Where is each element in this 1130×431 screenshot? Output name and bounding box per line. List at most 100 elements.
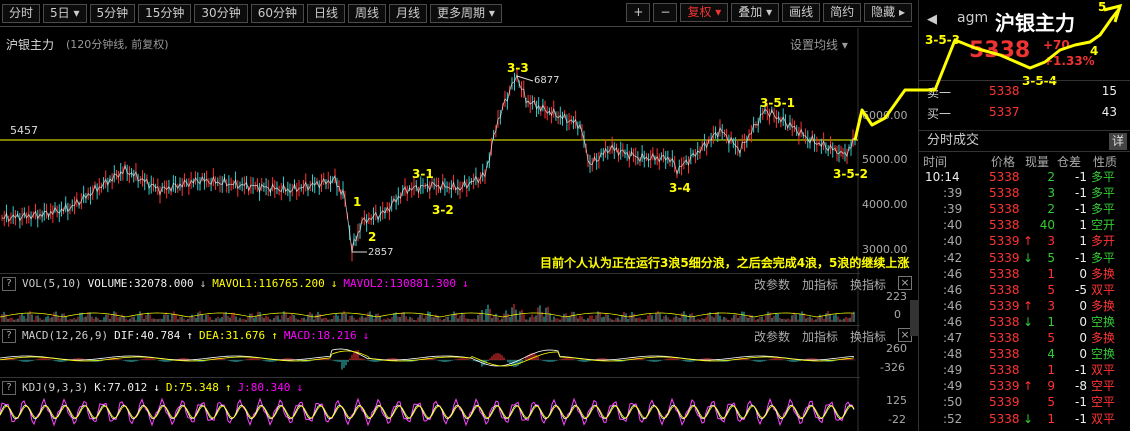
vol-name[interactable]: VOL(5,10) bbox=[22, 277, 82, 290]
vol-ma2: MAVOL2:130881.300 bbox=[343, 277, 457, 290]
tick-time: :48 bbox=[943, 347, 963, 362]
ask-volume: 15 bbox=[1101, 84, 1117, 98]
tick-oi: -1 bbox=[1075, 202, 1087, 217]
tick-oi: 1 bbox=[1079, 218, 1087, 233]
low-price-note: 2857 bbox=[368, 247, 394, 258]
tick-time: :47 bbox=[943, 331, 963, 345]
col-time: 时间 bbox=[923, 155, 948, 169]
tick-time: :52 bbox=[943, 411, 963, 426]
tick-qty: 3 bbox=[1047, 186, 1055, 201]
tick-time: :46 bbox=[943, 282, 963, 297]
close-icon[interactable]: × bbox=[898, 276, 912, 290]
wave-label: 3-3 bbox=[507, 61, 529, 75]
tick-header: 分时成交 详 bbox=[919, 130, 1130, 152]
ma-settings-button[interactable]: 设置均线 ▾ bbox=[790, 36, 848, 53]
tick-time: 10:14 bbox=[925, 170, 960, 184]
tick-qty: 5 bbox=[1047, 395, 1055, 410]
edit-params-button[interactable]: 改参数 bbox=[754, 328, 790, 345]
switch-indicator-button[interactable]: 换指标 bbox=[850, 276, 886, 293]
tick-qty: 9 bbox=[1047, 379, 1055, 394]
switch-indicator-button[interactable]: 换指标 bbox=[850, 328, 886, 345]
macd-dif: DIF:40.784 bbox=[114, 329, 181, 342]
tick-arrow: ↑ bbox=[1023, 298, 1034, 313]
tick-row: :39 5338 2 -1 多平 bbox=[919, 202, 1130, 217]
tick-oi: 0 bbox=[1079, 314, 1087, 329]
tick-time: :46 bbox=[943, 266, 963, 281]
bid-volume: 43 bbox=[1101, 105, 1117, 119]
help-button[interactable]: ? bbox=[2, 380, 16, 395]
tick-qty: 1 bbox=[1047, 411, 1055, 426]
y-label: 0 bbox=[894, 308, 901, 321]
tick-nature: 空换 bbox=[1091, 347, 1116, 362]
tick-arrow: ↓ bbox=[1023, 314, 1034, 329]
add-indicator-button[interactable]: 加指标 bbox=[802, 276, 838, 293]
collapse-handle[interactable] bbox=[910, 300, 918, 336]
tick-oi: -1 bbox=[1075, 395, 1087, 410]
wave-label: 3-1 bbox=[412, 167, 434, 181]
high-pointer bbox=[516, 75, 534, 82]
tick-nature: 多换 bbox=[1091, 298, 1116, 313]
tick-row: :39 5338 3 -1 多平 bbox=[919, 186, 1130, 201]
tick-time: :46 bbox=[943, 298, 963, 313]
tick-arrow: ↑ bbox=[1023, 379, 1034, 394]
col-oi-change: 仓差 bbox=[1057, 155, 1082, 169]
tick-row: 10:14 5338 2 -1 多平 bbox=[919, 170, 1130, 185]
kline-chart[interactable] bbox=[0, 0, 912, 431]
tick-arrow: ↓ bbox=[1023, 250, 1034, 265]
help-button[interactable]: ? bbox=[2, 328, 16, 343]
col-price: 价格 bbox=[991, 155, 1016, 169]
macd-dea: DEA:31.676 bbox=[198, 329, 266, 342]
tick-row: :49 5339 ↑ 9 -8 空平 bbox=[919, 379, 1130, 394]
ask-price: 5338 bbox=[989, 84, 1020, 98]
tick-row: :42 5339 ↓ 5 -1 多平 bbox=[919, 251, 1130, 266]
bid-label: 买一 bbox=[927, 107, 952, 121]
tick-price: 5339 bbox=[989, 250, 1020, 265]
tick-price: 5338 bbox=[989, 170, 1020, 184]
tick-row: :40 5339 ↑ 3 1 多开 bbox=[919, 234, 1130, 249]
tick-oi: 0 bbox=[1079, 298, 1087, 313]
tick-time: :49 bbox=[943, 379, 963, 394]
tick-time: :46 bbox=[943, 314, 963, 329]
edit-params-button[interactable]: 改参数 bbox=[754, 276, 790, 293]
tick-price: 5338 bbox=[989, 363, 1020, 378]
tick-nature: 空平 bbox=[1091, 395, 1116, 410]
tick-price: 5338 bbox=[989, 411, 1020, 426]
tick-nature: 双平 bbox=[1091, 282, 1116, 297]
tick-qty: 1 bbox=[1047, 363, 1055, 378]
tick-nature: 多平 bbox=[1091, 186, 1116, 201]
tick-qty: 4 bbox=[1047, 347, 1055, 362]
tick-qty: 40 bbox=[1039, 218, 1055, 233]
last-price: 5338 bbox=[969, 38, 1031, 63]
wave-label: 3-2 bbox=[432, 203, 454, 217]
y-label: 6000.00 bbox=[862, 109, 908, 122]
tick-oi: -5 bbox=[1075, 282, 1087, 297]
tick-time: :50 bbox=[943, 395, 963, 410]
tick-qty: 5 bbox=[1047, 250, 1055, 265]
tick-row: :49 5338 1 -1 双平 bbox=[919, 363, 1130, 378]
add-indicator-button[interactable]: 加指标 bbox=[802, 328, 838, 345]
tick-qty: 1 bbox=[1047, 314, 1055, 329]
tick-row: :50 5339 5 -1 空平 bbox=[919, 395, 1130, 410]
tick-oi: 0 bbox=[1079, 331, 1087, 345]
tick-time: :40 bbox=[943, 234, 963, 249]
tick-row: :46 5338 5 -5 双平 bbox=[919, 283, 1130, 298]
tick-qty: 1 bbox=[1047, 266, 1055, 281]
prev-icon[interactable]: ◀ bbox=[927, 12, 937, 27]
analysis-annotation: 目前个人认为正在运行3浪5细分浪，之后会完成4浪，5浪的继续上涨 bbox=[540, 256, 910, 270]
vol-value: VOLUME:32078.000 bbox=[87, 277, 194, 290]
tick-nature: 多平 bbox=[1091, 202, 1116, 217]
tick-detail-button[interactable]: 详 bbox=[1109, 133, 1127, 150]
chart-title: 沪银主力 bbox=[6, 38, 55, 52]
tick-price: 5338 bbox=[989, 186, 1020, 201]
tick-columns: 时间 价格 现量 仓差 性质 bbox=[919, 153, 1130, 169]
macd-value: MACD:18.216 bbox=[283, 329, 357, 342]
bid-row: 买一 5337 43 bbox=[919, 104, 1130, 124]
help-button[interactable]: ? bbox=[2, 276, 16, 291]
kdj-header: ? KDJ(9,3,3) K:77.012 ↓ D:75.348 ↑ J:80.… bbox=[2, 379, 303, 396]
tick-time: :49 bbox=[943, 363, 963, 378]
kdj-name[interactable]: KDJ(9,3,3) bbox=[22, 381, 88, 394]
j-line bbox=[0, 397, 855, 427]
macd-name[interactable]: MACD(12,26,9) bbox=[22, 329, 108, 342]
y-label: 260 bbox=[886, 342, 907, 355]
tick-nature: 双平 bbox=[1091, 411, 1116, 426]
